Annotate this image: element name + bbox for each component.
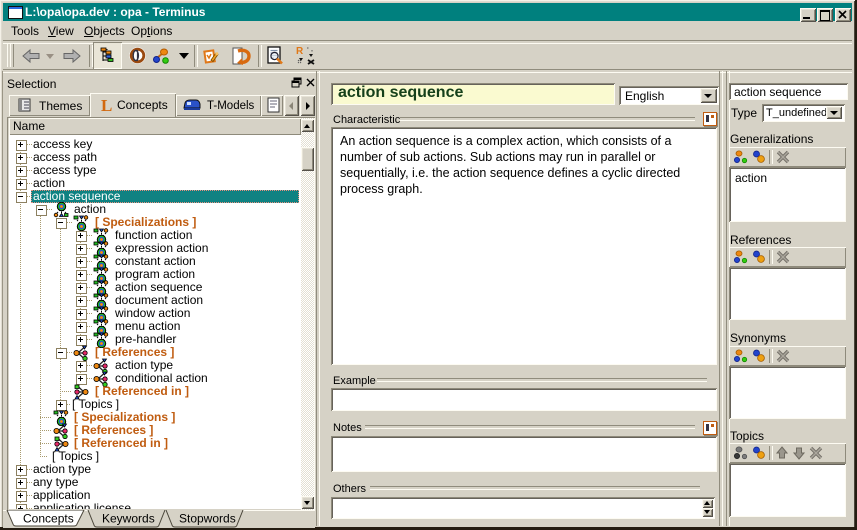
- svg-text:Keywords: Keywords: [102, 512, 155, 526]
- svg-text:R: R: [296, 46, 304, 57]
- svg-text:Concepts: Concepts: [23, 512, 74, 526]
- svg-text:Stopwords: Stopwords: [179, 512, 236, 526]
